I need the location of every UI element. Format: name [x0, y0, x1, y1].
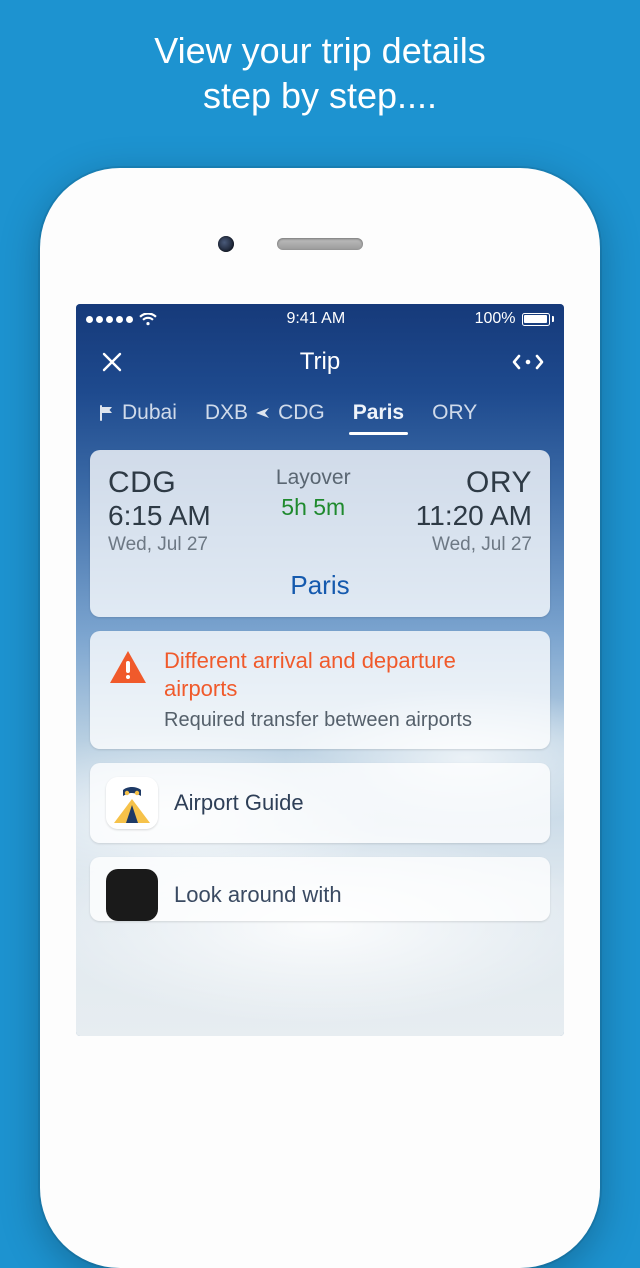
status-bar: 9:41 AM 100%	[76, 304, 564, 334]
phone-camera	[218, 236, 234, 252]
tab-from: DXB	[205, 401, 248, 425]
tab-label: Paris	[353, 401, 404, 425]
tab-dubai[interactable]: Dubai	[84, 395, 191, 435]
depart-date: Wed, Jul 27	[432, 534, 532, 556]
promo-line-1: View your trip details	[154, 30, 486, 71]
expand-button[interactable]	[508, 342, 548, 382]
tab-label: ORY	[432, 401, 477, 425]
look-around-card[interactable]: Look around with	[90, 857, 550, 921]
warning-title: Different arrival and departure airports	[164, 647, 532, 702]
nav-bar: Trip	[76, 334, 564, 390]
close-icon	[101, 351, 123, 373]
promo-heading: View your trip details step by step....	[0, 0, 640, 118]
expand-icon	[511, 352, 545, 372]
layover-card[interactable]: CDG 6:15 AM Wed, Jul 27 Layover 5h 5m OR…	[90, 450, 550, 617]
arrive-time: 6:15 AM	[108, 500, 211, 532]
airport-guide-app-icon	[106, 777, 158, 829]
look-around-app-icon	[106, 869, 158, 921]
plane-icon	[254, 404, 272, 422]
wifi-icon	[139, 313, 157, 326]
arrive-airport-code: CDG	[108, 466, 211, 500]
layover-duration: 5h 5m	[281, 494, 345, 521]
status-time: 9:41 AM	[286, 310, 345, 328]
close-button[interactable]	[92, 342, 132, 382]
signal-strength-icon	[86, 316, 133, 323]
tab-flight-dxb-cdg[interactable]: DXB CDG	[191, 395, 339, 435]
trip-tabs: Dubai DXB CDG Paris ORY	[76, 390, 564, 436]
depart-time: 11:20 AM	[416, 500, 532, 532]
promo-line-2: step by step....	[203, 75, 437, 116]
phone-screen: 9:41 AM 100% Trip	[76, 304, 564, 1036]
layover-city: Paris	[108, 570, 532, 601]
warning-icon	[108, 649, 148, 690]
arrive-date: Wed, Jul 27	[108, 534, 211, 556]
depart-airport-code: ORY	[466, 466, 532, 500]
trip-scroll[interactable]: CDG 6:15 AM Wed, Jul 27 Layover 5h 5m OR…	[76, 436, 564, 1036]
tab-label: Dubai	[122, 401, 177, 425]
airport-transfer-warning-card[interactable]: Different arrival and departure airports…	[90, 631, 550, 749]
battery-icon	[522, 313, 555, 326]
nav-title: Trip	[300, 348, 340, 376]
phone-speaker	[277, 238, 363, 250]
flag-icon	[98, 404, 116, 422]
tab-ory[interactable]: ORY	[418, 395, 491, 435]
airport-guide-card[interactable]: Airport Guide	[90, 763, 550, 843]
look-around-label: Look around with	[174, 882, 342, 908]
airport-guide-label: Airport Guide	[174, 790, 304, 816]
phone-mockup: 9:41 AM 100% Trip	[40, 168, 600, 1268]
warning-subtitle: Required transfer between airports	[164, 708, 532, 733]
battery-percentage: 100%	[475, 310, 516, 328]
tab-paris[interactable]: Paris	[339, 395, 418, 435]
layover-label: Layover	[276, 466, 351, 490]
tab-to: CDG	[278, 401, 325, 425]
